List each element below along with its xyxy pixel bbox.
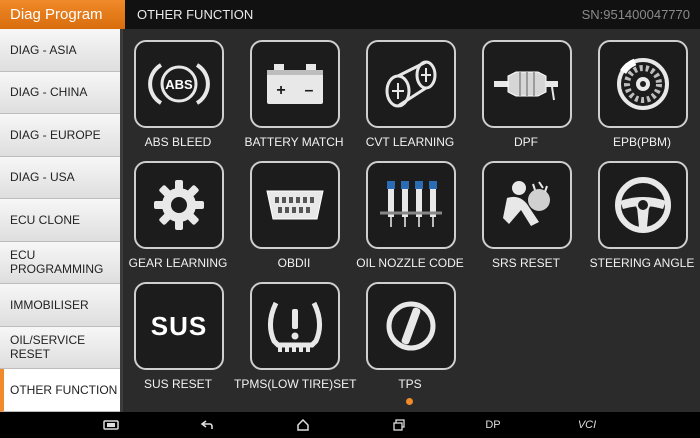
tps-label: TPS bbox=[398, 377, 422, 391]
recent-apps-icon bbox=[393, 419, 405, 431]
sidebar-item-label: DIAG - ASIA bbox=[10, 42, 77, 57]
function-epb[interactable]: EPB(PBM) bbox=[592, 38, 700, 154]
function-battery-match[interactable]: + – BATTERY MATCH bbox=[244, 38, 360, 154]
gear-learning-button[interactable] bbox=[134, 161, 224, 249]
steering-angle-button[interactable] bbox=[598, 161, 688, 249]
sidebar-item-label: DIAG - CHINA bbox=[10, 85, 88, 100]
sidebar-item-label: ECU CLONE bbox=[10, 212, 81, 227]
battery-plus-text: + bbox=[276, 82, 285, 99]
abs-icon-text: ABS bbox=[165, 77, 193, 92]
sidebar-item-immobiliser[interactable]: IMMOBILISER bbox=[0, 284, 120, 327]
gear-icon bbox=[154, 180, 204, 230]
suspension-icon: SUS bbox=[150, 310, 208, 341]
epb-button[interactable] bbox=[598, 40, 688, 128]
function-tpms[interactable]: TPMS(LOW TIRE)SET bbox=[234, 280, 360, 396]
sidebar-item-label: OTHER FUNCTION bbox=[10, 382, 118, 397]
tire-pressure-icon bbox=[268, 301, 322, 352]
sidebar-divider bbox=[120, 29, 123, 412]
sidebar-item-other-function[interactable]: OTHER FUNCTION bbox=[0, 369, 120, 412]
oil-nozzle-code-button[interactable] bbox=[366, 161, 456, 249]
oil-nozzle-code-label: OIL NOZZLE CODE bbox=[356, 256, 464, 270]
sidebar-item-oil-service-reset[interactable]: OIL/SERVICE RESET bbox=[0, 326, 120, 369]
dpf-label: DPF bbox=[514, 135, 538, 149]
serial-number: SN:951400047770 bbox=[581, 7, 690, 22]
epb-label: EPB(PBM) bbox=[612, 135, 671, 149]
system-navigation-bar: DP VCI bbox=[0, 412, 700, 438]
cvt-learning-button[interactable] bbox=[366, 40, 456, 128]
battery-minus-text: – bbox=[305, 82, 314, 99]
sidebar-item-label: ECU PROGRAMMING bbox=[10, 248, 104, 277]
sidebar-item-diag-europe[interactable]: DIAG - EUROPE bbox=[0, 114, 120, 157]
sidebar-item-label: OIL/SERVICE RESET bbox=[10, 333, 86, 362]
obd-connector-icon bbox=[266, 190, 324, 220]
back-button[interactable] bbox=[194, 412, 220, 438]
screenshot-icon bbox=[103, 420, 119, 430]
function-cvt-learning[interactable]: CVT LEARNING bbox=[360, 38, 476, 154]
function-grid: ABS ABS BLEED + – BATTERY MATCH CVT LEAR… bbox=[128, 38, 698, 408]
steering-angle-label: STEERING ANGLE bbox=[589, 256, 695, 270]
back-icon bbox=[200, 420, 213, 429]
battery-match-label: BATTERY MATCH bbox=[244, 135, 344, 149]
sidebar-item-label: IMMOBILISER bbox=[10, 297, 89, 312]
function-abs-bleed[interactable]: ABS ABS BLEED bbox=[128, 38, 244, 154]
function-tps[interactable]: TPS bbox=[360, 280, 476, 396]
sidebar-item-diag-china[interactable]: DIAG - CHINA bbox=[0, 71, 120, 114]
screenshot-button[interactable] bbox=[98, 412, 124, 438]
recent-apps-button[interactable] bbox=[386, 412, 412, 438]
srs-reset-button[interactable] bbox=[482, 161, 572, 249]
airbag-icon bbox=[503, 181, 550, 226]
abs-bleed-label: ABS BLEED bbox=[144, 135, 212, 149]
sidebar: DIAG - ASIA DIAG - CHINA DIAG - EUROPE D… bbox=[0, 29, 120, 412]
page-title: OTHER FUNCTION bbox=[137, 7, 254, 22]
vci-status[interactable]: VCI bbox=[572, 412, 602, 438]
function-steering-angle[interactable]: STEERING ANGLE bbox=[590, 159, 700, 275]
particulate-filter-icon bbox=[494, 71, 558, 101]
sidebar-item-ecu-programming[interactable]: ECU PROGRAMMING bbox=[0, 241, 120, 284]
cvt-pulley-icon bbox=[385, 60, 437, 108]
brake-disc-icon bbox=[617, 58, 669, 110]
home-icon bbox=[297, 419, 309, 431]
sidebar-item-ecu-clone[interactable]: ECU CLONE bbox=[0, 199, 120, 242]
function-sus-reset[interactable]: SUS SUS RESET bbox=[128, 280, 244, 396]
function-srs-reset[interactable]: SRS RESET bbox=[476, 159, 592, 275]
function-dpf[interactable]: DPF bbox=[476, 38, 592, 154]
cvt-learning-label: CVT LEARNING bbox=[365, 135, 455, 149]
app-title: Diag Program bbox=[0, 0, 125, 29]
function-gear-learning[interactable]: GEAR LEARNING bbox=[128, 159, 244, 275]
tpms-label: TPMS(LOW TIRE)SET bbox=[234, 377, 357, 391]
sus-reset-button[interactable]: SUS bbox=[134, 282, 224, 370]
obdii-button[interactable] bbox=[250, 161, 340, 249]
function-obdii[interactable]: OBDII bbox=[244, 159, 360, 275]
sidebar-item-diag-usa[interactable]: DIAG - USA bbox=[0, 156, 120, 199]
injector-icon bbox=[380, 181, 442, 227]
steering-wheel-icon bbox=[615, 177, 671, 233]
abs-bleed-button[interactable]: ABS bbox=[134, 40, 224, 128]
obdii-label: OBDII bbox=[277, 256, 311, 270]
home-button[interactable] bbox=[290, 412, 316, 438]
sus-reset-label: SUS RESET bbox=[143, 377, 212, 391]
throttle-position-icon bbox=[386, 301, 436, 351]
sidebar-item-diag-asia[interactable]: DIAG - ASIA bbox=[0, 29, 120, 72]
function-oil-nozzle-code[interactable]: OIL NOZZLE CODE bbox=[356, 159, 476, 275]
sidebar-item-label: DIAG - USA bbox=[10, 170, 75, 185]
tpms-button[interactable] bbox=[250, 282, 340, 370]
abs-icon: ABS bbox=[148, 63, 210, 105]
sidebar-item-label: DIAG - EUROPE bbox=[10, 127, 101, 142]
tps-button[interactable] bbox=[366, 282, 456, 370]
dp-button[interactable]: DP bbox=[478, 412, 508, 438]
srs-reset-label: SRS RESET bbox=[491, 256, 560, 270]
title-bar: Diag Program OTHER FUNCTION SN:951400047… bbox=[0, 0, 700, 29]
battery-icon: + – bbox=[267, 64, 323, 104]
gear-learning-label: GEAR LEARNING bbox=[128, 256, 228, 270]
page-indicator-dot bbox=[406, 398, 413, 405]
battery-match-button[interactable]: + – bbox=[250, 40, 340, 128]
dpf-button[interactable] bbox=[482, 40, 572, 128]
